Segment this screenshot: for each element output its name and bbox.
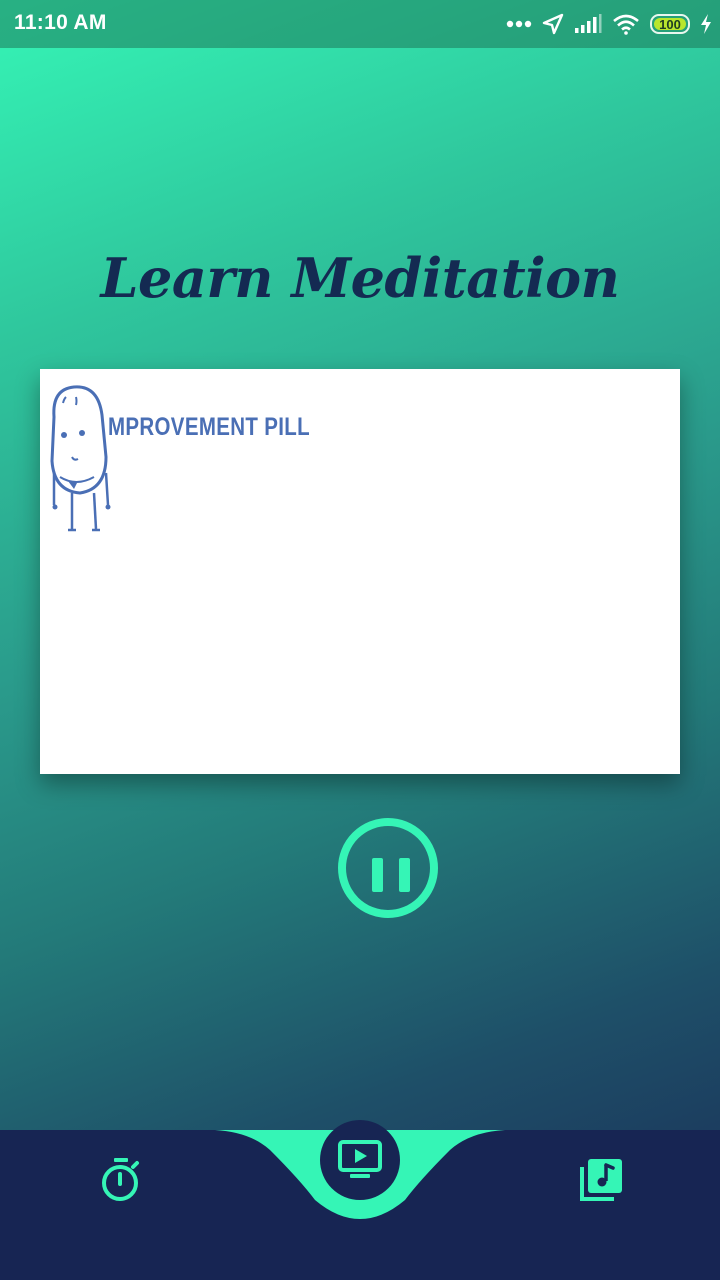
pause-bar-left xyxy=(372,858,383,892)
status-time: 11:10 AM xyxy=(14,11,107,34)
bottom-navigation xyxy=(0,1120,720,1280)
video-player[interactable]: MPROVEMENT PILL xyxy=(40,369,680,774)
stopwatch-icon xyxy=(102,1158,139,1201)
nav-item-music[interactable] xyxy=(578,1157,624,1203)
meditation-screen: 11:10 AM 100 Learn Meditation MPROVEMENT… xyxy=(0,0,720,1280)
charging-bolt-icon xyxy=(700,14,712,34)
status-bar: 11:10 AM 100 xyxy=(0,0,720,48)
pill-character-drawing xyxy=(50,385,111,532)
video-caption: MPROVEMENT PILL xyxy=(108,413,310,441)
video-player-icon xyxy=(338,1140,382,1178)
signal-bars-icon xyxy=(574,14,602,34)
battery-icon: 100 xyxy=(650,14,690,34)
location-arrow-icon xyxy=(542,13,564,35)
music-library-icon xyxy=(580,1159,622,1201)
more-dots-icon xyxy=(506,20,532,28)
nav-item-timer[interactable] xyxy=(100,1157,142,1203)
wifi-icon xyxy=(612,13,640,35)
battery-level: 100 xyxy=(659,16,681,32)
pause-button[interactable] xyxy=(338,818,438,918)
pause-bar-right xyxy=(399,858,410,892)
status-icons: 100 xyxy=(506,10,712,38)
page-title: Learn Meditation xyxy=(100,246,620,310)
nav-item-video[interactable] xyxy=(320,1120,400,1200)
